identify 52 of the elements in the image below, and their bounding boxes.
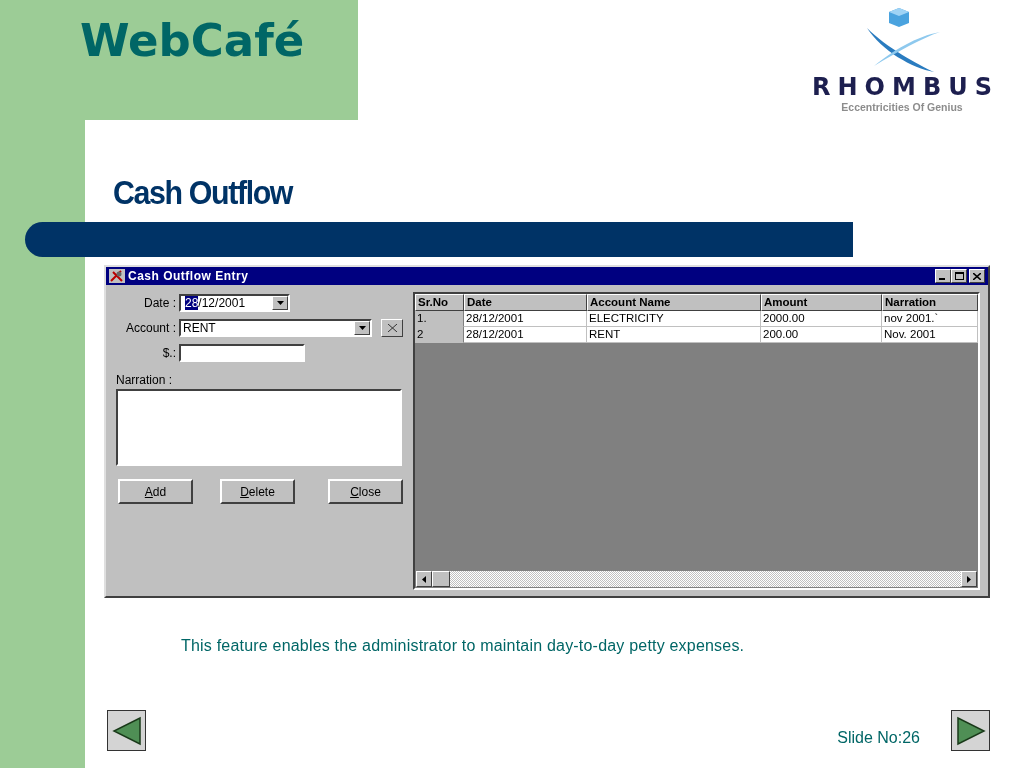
dropdown-button[interactable] xyxy=(272,296,288,310)
amount-field[interactable] xyxy=(179,344,305,362)
close-button[interactable] xyxy=(969,269,985,283)
table-cell: Nov. 2001 xyxy=(882,327,978,343)
narration-label: Narration : xyxy=(116,373,173,387)
brand-title: WebCafé xyxy=(80,14,305,67)
slide-number: Slide No:26 xyxy=(837,729,920,747)
form-button[interactable]: Add xyxy=(118,479,193,504)
scroll-left-button[interactable] xyxy=(416,571,432,587)
date-label: Date : xyxy=(143,296,176,310)
table-cell: nov 2001.` xyxy=(882,311,978,327)
clear-button[interactable] xyxy=(381,319,403,337)
column-header[interactable]: Date xyxy=(464,294,587,311)
scroll-right-button[interactable] xyxy=(961,571,977,587)
app-icon xyxy=(109,269,125,283)
caret-icon xyxy=(276,301,284,305)
window-title: Cash Outflow Entry xyxy=(128,269,249,283)
row-header: 2 xyxy=(415,327,464,343)
logo-tagline: Eccentricities Of Genius xyxy=(841,100,963,114)
table-cell: 200.00 xyxy=(761,327,882,343)
table-cell: 28/12/2001 xyxy=(464,311,587,327)
minimize-button[interactable] xyxy=(935,269,951,283)
close-icon xyxy=(973,272,981,280)
row-header: 1. xyxy=(415,311,464,327)
table-cell: 2000.00 xyxy=(761,311,882,327)
logo-wordmark: RHOMBUS xyxy=(812,74,999,100)
table-cell: 28/12/2001 xyxy=(464,327,587,343)
horizontal-scrollbar[interactable] xyxy=(416,571,977,587)
form-button[interactable]: Close xyxy=(328,479,403,504)
column-header[interactable]: Sr.No xyxy=(415,294,464,311)
account-label: Account : xyxy=(124,321,176,335)
form-button[interactable]: Delete xyxy=(220,479,295,504)
next-slide-button[interactable] xyxy=(951,710,990,751)
maximize-button[interactable] xyxy=(951,269,967,283)
caption-text: This feature enables the administrator to maintain day-to-day petty expenses. xyxy=(181,637,745,655)
close-icon xyxy=(387,324,397,332)
column-header[interactable]: Account Name xyxy=(587,294,761,311)
column-header[interactable]: Amount xyxy=(761,294,882,311)
column-header[interactable]: Narration xyxy=(882,294,978,311)
table-cell: ELECTRICITY xyxy=(587,311,761,327)
scroll-thumb[interactable] xyxy=(432,571,450,587)
slide-heading: Cash Outflow xyxy=(113,174,293,212)
right-arrow-icon xyxy=(967,575,971,583)
previous-slide-button[interactable] xyxy=(107,710,146,751)
maximize-icon xyxy=(954,272,964,280)
account-field[interactable]: RENT xyxy=(179,319,372,337)
left-arrow-icon xyxy=(422,575,426,583)
caret-icon xyxy=(358,326,366,330)
amount-label: $.: xyxy=(161,346,176,360)
table-cell: RENT xyxy=(587,327,761,343)
narration-field[interactable] xyxy=(116,389,402,466)
dropdown-button[interactable] xyxy=(354,321,370,335)
